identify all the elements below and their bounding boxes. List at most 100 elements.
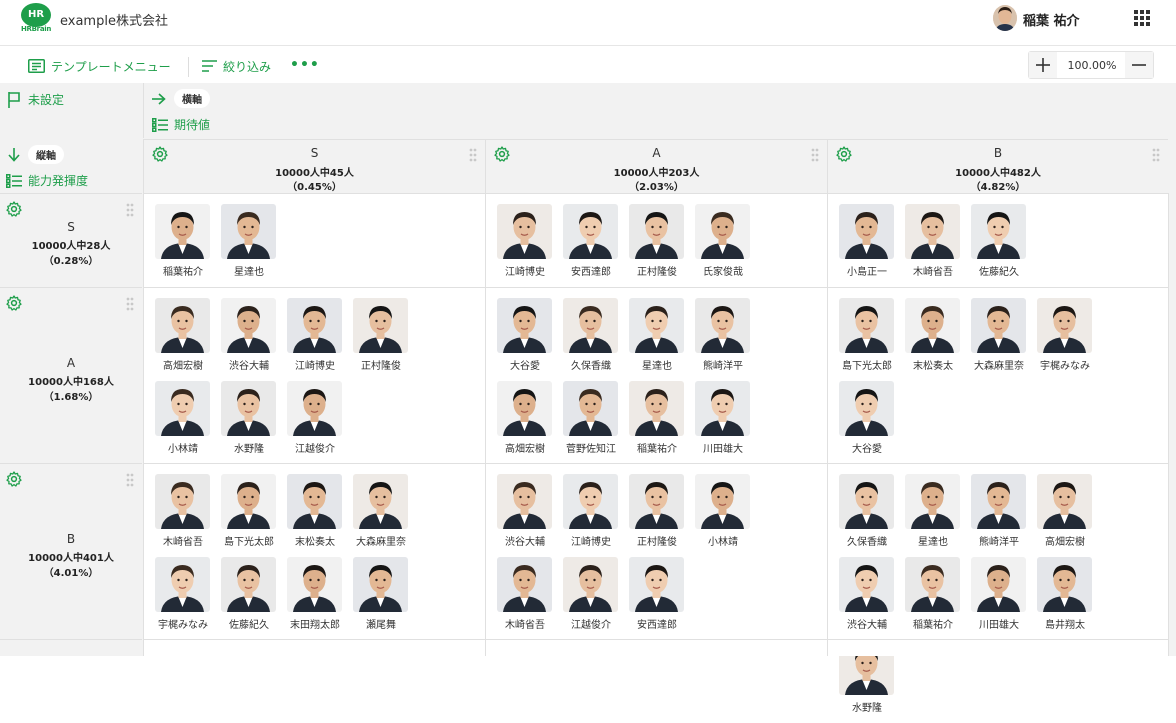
template-list-icon (28, 59, 45, 73)
employee-card[interactable]: 菅野佐知江 (562, 381, 628, 464)
employee-photo (497, 557, 552, 612)
employee-card[interactable]: 大森麻里奈 (970, 298, 1036, 381)
employee-card[interactable]: 末田翔太郎 (286, 557, 352, 640)
employee-card[interactable]: 島井翔太 (1036, 557, 1102, 640)
employee-card[interactable]: 稲葉祐介 (154, 204, 220, 287)
employee-card[interactable]: 熊崎洋平 (694, 298, 760, 381)
employee-name: 大森麻里奈 (356, 537, 406, 548)
employee-card[interactable]: 宇梶みなみ (154, 557, 220, 640)
employee-card[interactable]: 木崎省吾 (154, 474, 220, 557)
employee-photo (287, 381, 342, 436)
employee-name: 高畑宏樹 (505, 444, 545, 455)
drag-handle-icon[interactable] (1152, 147, 1160, 166)
grid-cell-b-b: 久保香織 星達也 熊崎洋平 高畑宏樹 渋谷大輔 稲葉祐介 川田雄大 島井翔太 水野隆 (827, 463, 1168, 714)
employee-card[interactable]: 末松奏太 (286, 474, 352, 557)
employee-photo (971, 298, 1026, 353)
zoom-in-button[interactable] (1029, 52, 1057, 78)
unset-filter[interactable]: 未設定 (8, 91, 64, 108)
drag-handle-icon[interactable] (469, 147, 477, 166)
employee-card[interactable]: 高畑宏樹 (154, 298, 220, 381)
employee-card[interactable]: 水野隆 (220, 381, 286, 464)
horizontal-axis-tag: 横軸 (174, 89, 210, 108)
employee-card[interactable]: 久保香織 (838, 474, 904, 557)
employee-name: 熊崎洋平 (979, 537, 1019, 548)
employee-card[interactable]: 熊崎洋平 (970, 474, 1036, 557)
drag-handle-icon[interactable] (811, 147, 819, 166)
employee-card[interactable]: 江越俊介 (286, 381, 352, 464)
filter-button[interactable]: 絞り込み (202, 57, 271, 75)
employee-card[interactable]: 氏家俊哉 (694, 204, 760, 287)
employee-card[interactable]: 小林靖 (694, 474, 760, 557)
app-header: HR HRBrain example株式会社 稲葉 祐介 (0, 0, 1176, 46)
drag-handle-icon[interactable] (126, 472, 134, 491)
hrbrain-logo[interactable]: HR HRBrain (20, 3, 52, 35)
horizontal-axis-selector[interactable]: 期待値 (152, 116, 210, 133)
employee-card[interactable]: 島下光太郎 (838, 298, 904, 381)
employee-card[interactable]: 木崎省吾 (496, 557, 562, 640)
employee-card[interactable]: 瀬尾舞 (352, 557, 418, 640)
employee-card[interactable]: 宇梶みなみ (1036, 298, 1102, 381)
employee-card[interactable]: 江崎博史 (562, 474, 628, 557)
employee-card[interactable]: 大森麻里奈 (352, 474, 418, 557)
employee-card[interactable]: 小島正一 (838, 204, 904, 287)
row-header-b: B 10000人中401人 （4.01%） (0, 463, 142, 639)
more-options-button[interactable]: ••• (290, 57, 320, 73)
employee-card[interactable]: 高畑宏樹 (496, 381, 562, 464)
employee-card[interactable]: 江越俊介 (562, 557, 628, 640)
employee-card[interactable]: 星達也 (628, 298, 694, 381)
employee-card[interactable]: 稲葉祐介 (904, 557, 970, 640)
employee-name: 星達也 (642, 361, 672, 372)
employee-card[interactable]: 高畑宏樹 (1036, 474, 1102, 557)
employee-card[interactable]: 江崎博史 (286, 298, 352, 381)
employee-card[interactable]: 木崎省吾 (904, 204, 970, 287)
employee-card[interactable]: 島下光太郎 (220, 474, 286, 557)
employee-photo (155, 204, 210, 259)
employee-card[interactable]: 川田雄大 (970, 557, 1036, 640)
employee-photo (155, 557, 210, 612)
employee-photo (629, 557, 684, 612)
employee-card[interactable]: 江崎博史 (496, 204, 562, 287)
employee-card[interactable]: 大谷愛 (496, 298, 562, 381)
employee-card[interactable]: 川田雄大 (694, 381, 760, 464)
column-count: 10000人中203人 (613, 168, 700, 179)
employee-card[interactable]: 星達也 (220, 204, 286, 287)
gear-icon[interactable] (6, 201, 22, 221)
employee-card[interactable]: 安西達郎 (562, 204, 628, 287)
employee-card[interactable]: 末松奏太 (904, 298, 970, 381)
employee-name: 川田雄大 (979, 620, 1019, 631)
employee-card[interactable]: 小林靖 (154, 381, 220, 464)
employee-card[interactable]: 佐藤紀久 (970, 204, 1036, 287)
employee-card[interactable]: 正村隆俊 (628, 204, 694, 287)
employee-name: 江崎博史 (571, 537, 611, 548)
employee-card[interactable]: 久保香織 (562, 298, 628, 381)
column-grade: S (310, 146, 319, 160)
employee-name: 水野隆 (234, 444, 264, 455)
logo-text: HRBrain (21, 25, 52, 33)
employee-card[interactable]: 安西達郎 (628, 557, 694, 640)
template-menu-button[interactable]: テンプレートメニュー (28, 57, 171, 75)
employee-name: 久保香織 (847, 537, 887, 548)
employee-card[interactable]: 渋谷大輔 (220, 298, 286, 381)
employee-name: 稲葉祐介 (913, 620, 953, 631)
app-grid-icon[interactable] (1134, 10, 1150, 26)
drag-handle-icon[interactable] (126, 296, 134, 315)
drag-handle-icon[interactable] (126, 202, 134, 221)
gear-icon[interactable] (6, 295, 22, 315)
employee-card[interactable]: 正村隆俊 (628, 474, 694, 557)
employee-card[interactable]: 大谷愛 (838, 381, 904, 464)
user-name: 稲葉 祐介 (1023, 14, 1080, 29)
gear-icon[interactable] (6, 471, 22, 491)
vertical-axis-selector[interactable]: 能力発揮度 (6, 172, 88, 189)
employee-card[interactable]: 星達也 (904, 474, 970, 557)
employee-name: 宇梶みなみ (158, 620, 208, 631)
employee-card[interactable]: 正村隆俊 (352, 298, 418, 381)
employee-card[interactable]: 渋谷大輔 (838, 557, 904, 640)
employee-card[interactable]: 渋谷大輔 (496, 474, 562, 557)
employee-photo (839, 298, 894, 353)
zoom-out-button[interactable] (1125, 52, 1153, 78)
employee-card[interactable]: 佐藤紀久 (220, 557, 286, 640)
employee-name: 木崎省吾 (913, 267, 953, 278)
list-icon (6, 173, 22, 188)
employee-name: 川田雄大 (703, 444, 743, 455)
employee-card[interactable]: 稲葉祐介 (628, 381, 694, 464)
